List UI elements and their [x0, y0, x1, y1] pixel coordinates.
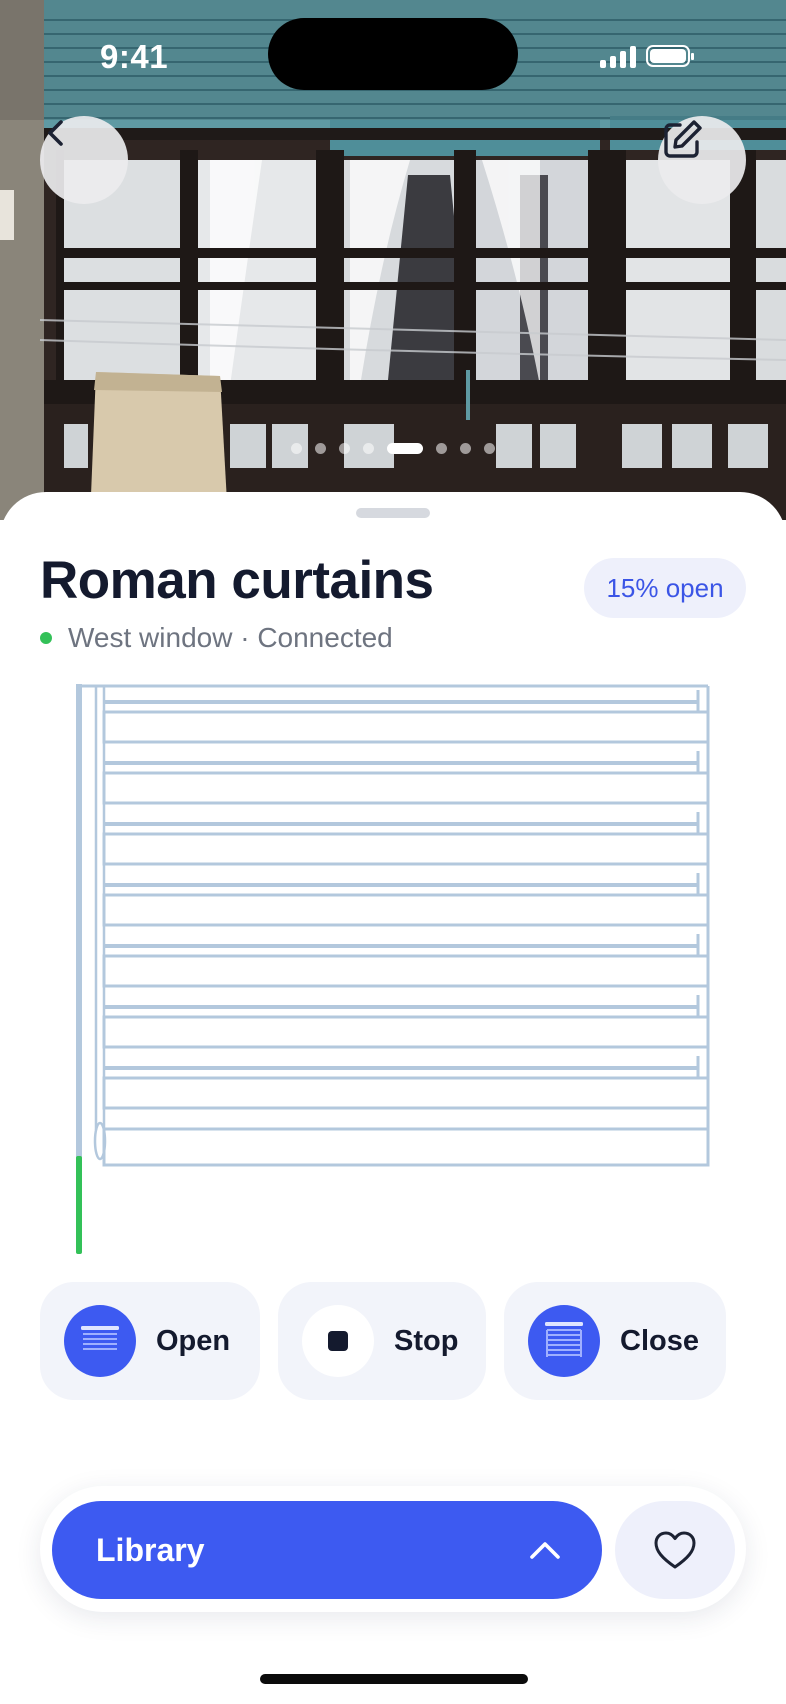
- open-label: Open: [156, 1324, 231, 1357]
- device-status: West window · Connected: [40, 622, 393, 654]
- edit-icon: [664, 120, 702, 158]
- library-button[interactable]: Library: [52, 1501, 602, 1599]
- status-icons: [600, 44, 694, 68]
- carousel-dot[interactable]: [339, 443, 350, 454]
- status-time: 9:41: [100, 38, 169, 75]
- open-button[interactable]: Open: [40, 1282, 260, 1400]
- device-location-status: West window · Connected: [68, 622, 393, 653]
- blind-open-icon: [64, 1305, 136, 1377]
- position-track: [76, 684, 82, 1164]
- open-percent-badge: 15% open: [584, 558, 746, 618]
- roman-curtain-illustration[interactable]: [70, 684, 720, 1264]
- carousel-dot[interactable]: [363, 443, 374, 454]
- edit-button[interactable]: [658, 116, 746, 204]
- connected-status-dot: [40, 632, 52, 644]
- back-button[interactable]: [40, 116, 128, 204]
- carousel-dot[interactable]: [484, 443, 495, 454]
- blind-bottom-rail: [102, 1127, 710, 1167]
- home-indicator: [260, 1674, 528, 1684]
- blind-slat: [102, 832, 710, 866]
- blind-slat: [102, 771, 710, 805]
- bottom-bar: Library: [40, 1486, 746, 1612]
- device-title: Roman curtains: [40, 551, 434, 610]
- carousel-dot[interactable]: [436, 443, 447, 454]
- battery-icon: [646, 45, 694, 67]
- stop-button[interactable]: Stop: [278, 1282, 486, 1400]
- open-level-fill: [76, 1156, 82, 1254]
- carousel-indicator[interactable]: [0, 443, 786, 454]
- blind-close-icon: [528, 1305, 600, 1377]
- dynamic-island: [268, 18, 518, 90]
- close-button[interactable]: Close: [504, 1282, 726, 1400]
- carousel-dot-active[interactable]: [387, 443, 423, 454]
- carousel-dot[interactable]: [315, 443, 326, 454]
- favorite-button[interactable]: [615, 1501, 735, 1599]
- blind-slat: [102, 1015, 710, 1049]
- blind-slat: [102, 954, 710, 988]
- library-label: Library: [96, 1531, 205, 1568]
- close-label: Close: [620, 1324, 699, 1357]
- chevron-left-icon: [48, 120, 63, 146]
- cellular-signal-icon: [600, 44, 636, 68]
- stop-label: Stop: [394, 1324, 459, 1357]
- heart-icon: [654, 1531, 696, 1569]
- sheet-grabber[interactable]: [356, 508, 430, 518]
- chevron-up-icon: [530, 1542, 560, 1559]
- blind-slat: [102, 710, 710, 744]
- carousel-dot[interactable]: [291, 443, 302, 454]
- carousel-dot[interactable]: [460, 443, 471, 454]
- stop-icon: [302, 1305, 374, 1377]
- hero-photo[interactable]: 9:41: [0, 0, 786, 520]
- blind-slat: [102, 893, 710, 927]
- blind-slat: [102, 1076, 710, 1110]
